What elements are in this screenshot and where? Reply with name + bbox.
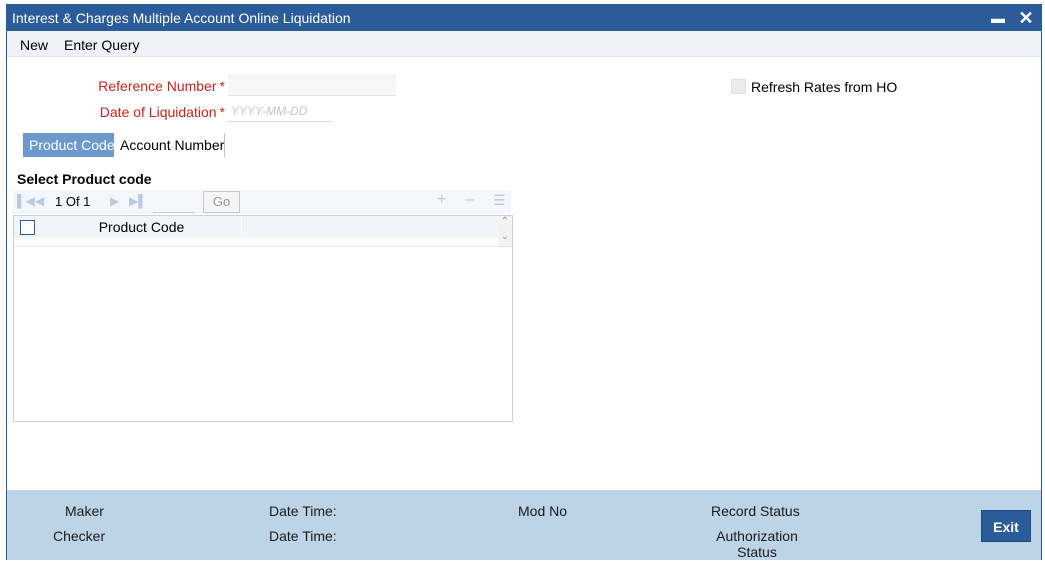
window-title: Interest & Charges Multiple Account Onli… (12, 10, 351, 26)
grid-toolbar: ▌◀ ◀ 1 Of 1 ▶ ▶▌ Go + – ☰ (13, 190, 511, 214)
menu-bar: New Enter Query (7, 31, 1041, 57)
pagination-text: 1 Of 1 (55, 194, 91, 209)
grid-scrollbar[interactable]: ⌃ ⌄ (498, 216, 512, 246)
delete-row-icon[interactable]: – (465, 191, 474, 209)
prev-page-icon[interactable]: ◀ (35, 194, 44, 208)
required-marker: * (219, 78, 225, 94)
grid-divider (14, 246, 512, 247)
tab-product-code[interactable]: Product Code (23, 133, 115, 157)
menu-new[interactable]: New (20, 37, 48, 53)
first-page-icon[interactable]: ▌◀ (17, 194, 35, 208)
date-of-liquidation-input[interactable] (228, 100, 333, 122)
menu-enter-query[interactable]: Enter Query (64, 37, 139, 53)
audit-footer: Maker Checker Date Time: Date Time: Mod … (7, 490, 1041, 560)
record-status-label: Record Status (711, 503, 800, 519)
maker-label: Maker (65, 503, 104, 519)
grid-header: Product Code (14, 216, 498, 238)
page-number-input[interactable] (153, 193, 195, 213)
single-view-icon[interactable]: ☰ (493, 192, 506, 209)
mod-no-label: Mod No (518, 503, 568, 519)
checker-date-time-label: Date Time: (269, 528, 337, 544)
section-title: Select Product code (17, 171, 152, 187)
date-of-liquidation-label: Date of Liquidation * (67, 104, 225, 120)
refresh-rates-label: Refresh Rates from HO (751, 79, 898, 95)
checker-label: Checker (53, 528, 106, 544)
last-page-icon[interactable]: ▶▌ (129, 194, 147, 208)
tab-account-number[interactable]: Account Number (114, 133, 225, 157)
maker-date-time-label: Date Time: (269, 503, 337, 519)
product-code-grid: Product Code ⌃ ⌄ (13, 215, 513, 422)
refresh-rates-checkbox[interactable] (731, 79, 746, 94)
reference-number-input[interactable] (228, 74, 396, 96)
add-row-icon[interactable]: + (437, 191, 446, 209)
minimize-icon[interactable]: ▬ (987, 7, 1009, 29)
select-all-checkbox[interactable] (20, 220, 35, 235)
authorization-status-label: Authorization Status (716, 528, 798, 560)
date-of-liquidation-label-text: Date of Liquidation (99, 104, 217, 120)
close-icon[interactable]: ✕ (1015, 7, 1037, 29)
required-marker: * (219, 104, 225, 120)
scroll-down-icon[interactable]: ⌄ (499, 231, 511, 245)
next-page-icon[interactable]: ▶ (110, 194, 119, 208)
liquidation-window: Interest & Charges Multiple Account Onli… (6, 4, 1042, 560)
title-bar: Interest & Charges Multiple Account Onli… (7, 5, 1041, 31)
column-header-product-code[interactable]: Product Code (42, 216, 242, 238)
reference-number-label: Reference Number * (67, 78, 225, 94)
reference-number-label-text: Reference Number (98, 78, 217, 94)
exit-button[interactable]: Exit (981, 510, 1031, 542)
go-button[interactable]: Go (203, 191, 240, 213)
scroll-up-icon[interactable]: ⌃ (499, 216, 511, 230)
